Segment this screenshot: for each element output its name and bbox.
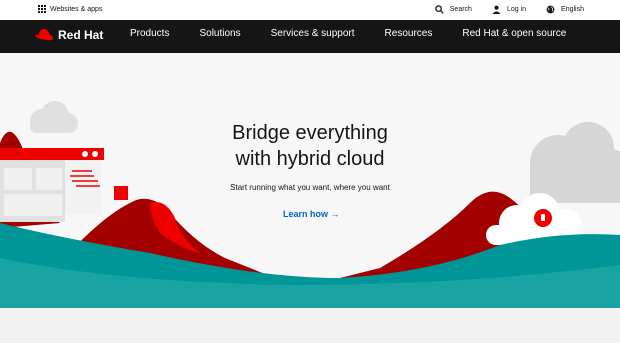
- search-icon: [435, 5, 444, 14]
- nav-item-red-hat-open-source[interactable]: Red Hat & open source: [462, 28, 566, 39]
- learn-how-link[interactable]: Learn how →: [283, 209, 340, 219]
- main-nav: Red Hat Products Solutions Services & su…: [0, 20, 620, 53]
- hero-title-line-2: with hybrid cloud: [235, 148, 385, 170]
- search-label: Search: [449, 6, 472, 13]
- utility-bar: Websites & apps Search Log in English: [0, 0, 620, 20]
- nav-item-solutions[interactable]: Solutions: [199, 28, 240, 39]
- user-icon: [492, 5, 501, 14]
- language-label: English: [561, 6, 584, 13]
- hero-subtitle: Start running what you want, where you w…: [230, 183, 390, 192]
- hero-title-line-1: Bridge everything: [232, 122, 388, 144]
- globe-icon: [546, 5, 555, 14]
- nav-item-services-support[interactable]: Services & support: [271, 28, 355, 39]
- lower-section: [0, 308, 620, 343]
- nav-item-products[interactable]: Products: [130, 28, 169, 39]
- brand-name: Red Hat: [58, 28, 104, 42]
- login-label: Log in: [506, 6, 527, 13]
- websites-apps-link[interactable]: Websites & apps: [38, 5, 102, 13]
- hero-title: Bridge everything with hybrid cloud: [0, 120, 620, 172]
- hero-section: Bridge everything with hybrid cloud Star…: [0, 53, 620, 308]
- hero-illustration: [0, 101, 620, 308]
- red-hat-icon: [35, 29, 53, 41]
- login-button[interactable]: Log in: [492, 5, 526, 14]
- language-selector[interactable]: English: [546, 5, 584, 14]
- grid-icon: [38, 5, 46, 13]
- websites-apps-label: Websites & apps: [50, 5, 103, 13]
- nav-item-resources[interactable]: Resources: [385, 28, 433, 39]
- red-hat-logo[interactable]: Red Hat: [34, 28, 103, 42]
- search-button[interactable]: Search: [435, 5, 472, 14]
